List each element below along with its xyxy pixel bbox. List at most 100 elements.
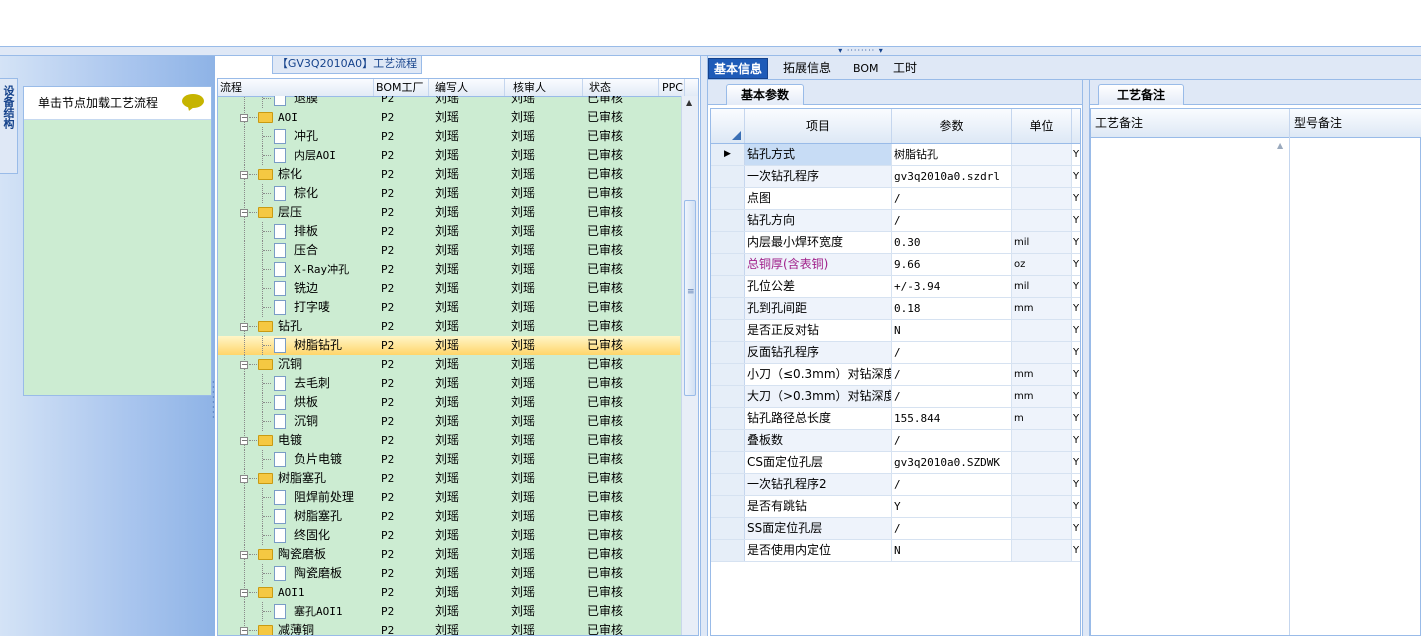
tree-leaf-row[interactable]: 树脂钻孔 P2 刘瑶 刘瑶 已审核: [218, 336, 680, 355]
tree-leaf-row[interactable]: 压合 P2 刘瑶 刘瑶 已审核: [218, 241, 680, 260]
current-row-indicator-icon[interactable]: ▶: [711, 144, 745, 165]
param-value-cell[interactable]: /: [892, 474, 1012, 495]
tree-leaf-row[interactable]: 铣边 P2 刘瑶 刘瑶 已审核: [218, 279, 680, 298]
tree-folder-row[interactable]: − 层压 P2 刘瑶 刘瑶 已审核: [218, 203, 680, 222]
row-header[interactable]: [711, 364, 745, 385]
row-header[interactable]: [711, 210, 745, 231]
tree-leaf-row[interactable]: 阻焊前处理 P2 刘瑶 刘瑶 已审核: [218, 488, 680, 507]
tree-vertical-scrollbar[interactable]: ▲ ≡: [681, 96, 698, 635]
scroll-up-arrow-icon[interactable]: ▲: [686, 98, 692, 107]
tree-folder-row[interactable]: − 棕化 P2 刘瑶 刘瑶 已审核: [218, 165, 680, 184]
param-row[interactable]: 内层最小焊环宽度 0.30 mil Y: [711, 232, 1080, 254]
col-header-model-note[interactable]: 型号备注: [1290, 109, 1421, 137]
tree-folder-row[interactable]: − 减薄铜 P2 刘瑶 刘瑶 已审核: [218, 621, 680, 635]
param-value-cell[interactable]: 155.844: [892, 408, 1012, 429]
collapse-toggle-icon[interactable]: −: [240, 361, 248, 369]
tree-leaf-row[interactable]: 沉铜 P2 刘瑶 刘瑶 已审核: [218, 412, 680, 431]
tree-leaf-row[interactable]: X-Ray冲孔 P2 刘瑶 刘瑶 已审核: [218, 260, 680, 279]
row-header[interactable]: [711, 386, 745, 407]
row-header[interactable]: [711, 254, 745, 275]
tree-folder-row[interactable]: − 沉铜 P2 刘瑶 刘瑶 已审核: [218, 355, 680, 374]
param-row[interactable]: 钻孔路径总长度 155.844 m Y: [711, 408, 1080, 430]
tree-leaf-row[interactable]: 排板 P2 刘瑶 刘瑶 已审核: [218, 222, 680, 241]
device-structure-tab[interactable]: 设备结构: [0, 78, 18, 174]
param-value-cell[interactable]: gv3q2010a0.szdrl: [892, 166, 1012, 187]
param-row[interactable]: 一次钻孔程序 gv3q2010a0.szdrl Y: [711, 166, 1080, 188]
param-value-cell[interactable]: 0.18: [892, 298, 1012, 319]
param-row[interactable]: 点图 / Y: [711, 188, 1080, 210]
tree-folder-row[interactable]: − 钻孔 P2 刘瑶 刘瑶 已审核: [218, 317, 680, 336]
splitter-grip-icon[interactable]: ▾ ········ ▾: [828, 46, 894, 56]
row-header[interactable]: [711, 408, 745, 429]
param-value-cell[interactable]: N: [892, 320, 1012, 341]
col-header-reviewer[interactable]: 核审人: [505, 79, 583, 96]
middle-splitter[interactable]: [700, 56, 708, 636]
param-value-cell[interactable]: /: [892, 430, 1012, 451]
col-header-param[interactable]: 参数: [892, 109, 1012, 143]
param-row[interactable]: 一次钻孔程序2/ Y: [711, 474, 1080, 496]
row-header[interactable]: [711, 232, 745, 253]
right-splitter[interactable]: [1082, 80, 1090, 636]
param-value-cell[interactable]: /: [892, 188, 1012, 209]
tree-folder-row[interactable]: − AOI1 P2 刘瑶 刘瑶 已审核: [218, 583, 680, 602]
tab-work-hours[interactable]: 工时: [888, 58, 922, 79]
collapse-toggle-icon[interactable]: −: [240, 171, 248, 179]
top-splitter[interactable]: [0, 46, 1421, 56]
tab-process-notes[interactable]: 工艺备注: [1098, 84, 1185, 105]
param-value-cell[interactable]: /: [892, 386, 1012, 407]
param-value-cell[interactable]: /: [892, 342, 1012, 363]
row-header[interactable]: [711, 320, 745, 341]
select-all-corner-icon[interactable]: [711, 109, 745, 143]
tab-bom[interactable]: BOM: [848, 58, 884, 79]
tree-leaf-row[interactable]: 负片电镀 P2 刘瑶 刘瑶 已审核: [218, 450, 680, 469]
row-header[interactable]: [711, 518, 745, 539]
tree-leaf-row[interactable]: 内层AOI P2 刘瑶 刘瑶 已审核: [218, 146, 680, 165]
param-row[interactable]: ▶ 钻孔方式 树脂钻孔 Y: [711, 144, 1080, 166]
row-header[interactable]: [711, 276, 745, 297]
tree-folder-row[interactable]: − 陶瓷磨板 P2 刘瑶 刘瑶 已审核: [218, 545, 680, 564]
param-row[interactable]: 小刀（≤0.3mm）对钻深度 / mm Y: [711, 364, 1080, 386]
col-header-status[interactable]: 状态: [583, 79, 659, 96]
tree-leaf-row[interactable]: 棕化 P2 刘瑶 刘瑶 已审核: [218, 184, 680, 203]
row-header[interactable]: [711, 166, 745, 187]
param-value-cell[interactable]: /: [892, 518, 1012, 539]
param-value-cell[interactable]: 9.66: [892, 254, 1012, 275]
tree-leaf-row[interactable]: 冲孔 P2 刘瑶 刘瑶 已审核: [218, 127, 680, 146]
tab-basic-info[interactable]: 基本信息: [708, 58, 769, 79]
param-row[interactable]: 是否有跳钻 Y Y: [711, 496, 1080, 518]
row-header[interactable]: [711, 298, 745, 319]
collapse-toggle-icon[interactable]: −: [240, 323, 248, 331]
tree-leaf-row[interactable]: 塞孔AOI1 P2 刘瑶 刘瑶 已审核: [218, 602, 680, 621]
row-header[interactable]: [711, 474, 745, 495]
param-row[interactable]: 孔位公差 +/-3.94 mil Y: [711, 276, 1080, 298]
tree-folder-row[interactable]: − AOI P2 刘瑶 刘瑶 已审核: [218, 108, 680, 127]
param-value-cell[interactable]: +/-3.94: [892, 276, 1012, 297]
tree-leaf-row[interactable]: 去毛刺 P2 刘瑶 刘瑶 已审核: [218, 374, 680, 393]
param-value-cell[interactable]: gv3q2010a0.SZDWK: [892, 452, 1012, 473]
tab-extended-info[interactable]: 拓展信息: [778, 58, 836, 79]
param-value-cell[interactable]: /: [892, 364, 1012, 385]
tree-leaf-row[interactable]: 退膜 P2 刘瑶 刘瑶 已审核: [218, 96, 680, 108]
notes-scroll-up-icon[interactable]: ▲: [1277, 141, 1283, 150]
collapse-toggle-icon[interactable]: −: [240, 627, 248, 635]
param-row[interactable]: CS面定位孔层 gv3q2010a0.SZDWK Y: [711, 452, 1080, 474]
param-row[interactable]: 是否使用内定位 N Y: [711, 540, 1080, 562]
col-header-item[interactable]: 项目: [745, 109, 892, 143]
param-value-cell[interactable]: 树脂钻孔: [892, 144, 1012, 165]
collapse-toggle-icon[interactable]: −: [240, 551, 248, 559]
param-row[interactable]: 钻孔方向 / Y: [711, 210, 1080, 232]
param-value-cell[interactable]: Y: [892, 496, 1012, 517]
col-header-writer[interactable]: 编写人: [429, 79, 505, 96]
tree-leaf-row[interactable]: 树脂塞孔 P2 刘瑶 刘瑶 已审核: [218, 507, 680, 526]
collapse-toggle-icon[interactable]: −: [240, 437, 248, 445]
col-header-ppc[interactable]: PPC: [659, 79, 685, 96]
tree-leaf-row[interactable]: 烘板 P2 刘瑶 刘瑶 已审核: [218, 393, 680, 412]
collapse-toggle-icon[interactable]: −: [240, 589, 248, 597]
param-row[interactable]: SS面定位孔层 / Y: [711, 518, 1080, 540]
col-header-process[interactable]: 流程: [218, 79, 374, 96]
param-row[interactable]: 是否正反对钻 N Y: [711, 320, 1080, 342]
tree-folder-row[interactable]: − 电镀 P2 刘瑶 刘瑶 已审核: [218, 431, 680, 450]
collapse-toggle-icon[interactable]: −: [240, 209, 248, 217]
tree-leaf-row[interactable]: 终固化 P2 刘瑶 刘瑶 已审核: [218, 526, 680, 545]
collapse-toggle-icon[interactable]: −: [240, 114, 248, 122]
